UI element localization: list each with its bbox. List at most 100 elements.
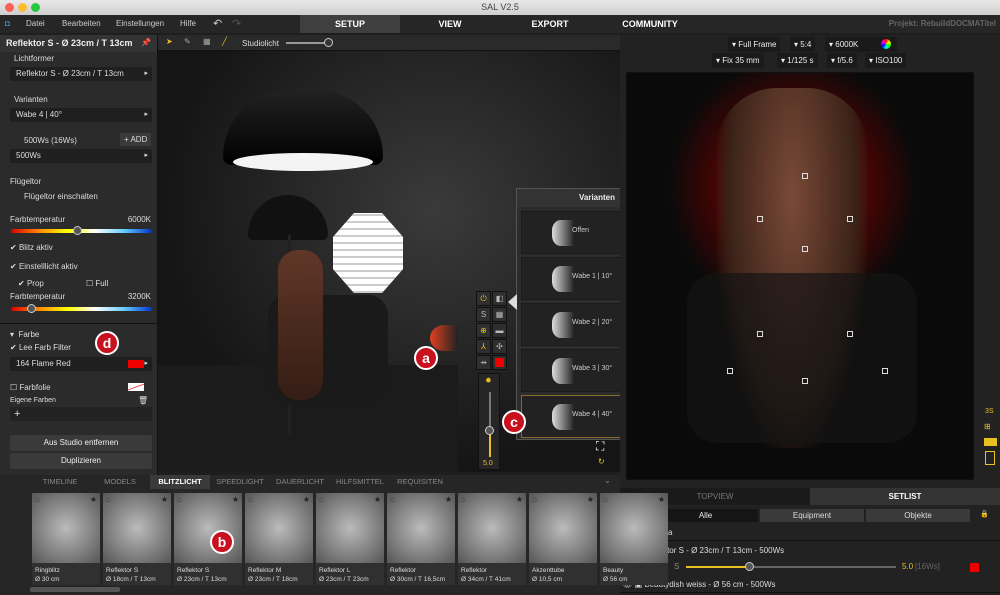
barndoor-icon[interactable]: ✣	[492, 339, 507, 354]
library-tab[interactable]: DAUERLICHT	[270, 475, 330, 489]
home-icon[interactable]: ⌂	[35, 495, 40, 504]
power-toggle-icon[interactable]: ⏻	[476, 291, 491, 306]
studiolicht-slider[interactable]	[286, 38, 333, 47]
home-icon[interactable]: ⌂	[106, 495, 111, 504]
add-button[interactable]: + ADD	[120, 133, 152, 146]
home-icon[interactable]: ⌂	[532, 495, 537, 504]
duplicate-button[interactable]: Duplizieren	[10, 453, 152, 469]
star-icon[interactable]: ★	[303, 495, 310, 504]
setlist-power-slider[interactable]	[686, 562, 896, 571]
farbfolie-swatch[interactable]	[128, 383, 144, 391]
menu-hilfe[interactable]: Hilfe	[180, 15, 196, 33]
tab-export[interactable]: EXPORT	[500, 15, 600, 33]
star-icon[interactable]: ★	[90, 495, 97, 504]
target-icon[interactable]: ⊕	[476, 323, 491, 338]
collapse-icon[interactable]: ⌄	[604, 476, 611, 485]
ratio-overlay-icon[interactable]	[984, 438, 997, 446]
sensor-select[interactable]: ▾ Full Frame	[728, 37, 781, 52]
filter-objekte[interactable]: Objekte	[866, 509, 970, 522]
filter-color-swatch[interactable]	[128, 360, 144, 368]
library-card[interactable]: ⌂ ★ Reflektor Ø 30cm / T 16,5cm	[387, 493, 455, 585]
library-card[interactable]: ⌂ ★ Ringblitz Ø 30 cm	[32, 493, 100, 585]
lock-all-icon[interactable]: 🔒	[980, 510, 989, 518]
star-icon[interactable]: ★	[658, 495, 665, 504]
setlist-item[interactable]: 👁 ▣ Kamera	[620, 525, 1000, 541]
select-tool-icon[interactable]: ➤	[166, 37, 173, 46]
filter-equipment[interactable]: Equipment	[760, 509, 864, 522]
reflector-light[interactable]	[248, 195, 328, 240]
setlist-item[interactable]: 👁 ▣ Beautydish weiss - Ø 56 cm - 500Ws	[620, 577, 1000, 593]
close-button[interactable]	[5, 3, 14, 12]
fluegeltor-checkbox[interactable]: Flügeltor einschalten	[24, 192, 98, 201]
full-radio[interactable]: ☐ Full	[86, 279, 108, 288]
power-slider[interactable]	[485, 392, 494, 457]
add-color-button[interactable]: +	[10, 407, 152, 421]
varianten-select[interactable]: Wabe 4 | 40°	[10, 108, 152, 122]
library-card[interactable]: ⌂ ★ Akzenttube Ø 10,5 cm	[529, 493, 597, 585]
grid-icon[interactable]: ▦	[203, 37, 211, 46]
flash-icon[interactable]: ▬	[492, 323, 507, 338]
star-icon[interactable]: ★	[161, 495, 168, 504]
iso-select[interactable]: ▾ ISO100	[865, 53, 907, 68]
camera-preview[interactable]	[626, 72, 974, 480]
undo-icon[interactable]: ↶	[213, 15, 222, 33]
filter-alle[interactable]: Alle	[653, 509, 758, 522]
umbrella-light[interactable]	[223, 90, 383, 171]
grid-overlay-icon[interactable]: ⊞	[984, 422, 991, 431]
power-select[interactable]: 500Ws	[10, 149, 152, 163]
menu-bearbeiten[interactable]: Bearbeiten	[62, 15, 101, 33]
focus-icon[interactable]: ⛶	[596, 439, 604, 454]
blitz-aktiv-checkbox[interactable]: ✔ Blitz aktiv	[10, 243, 53, 252]
selected-flash-head[interactable]	[430, 325, 458, 351]
library-card[interactable]: ⌂ ★ Reflektor M Ø 23cm / T 18cm	[245, 493, 313, 585]
softbox[interactable]	[333, 213, 403, 293]
brush-tool-icon[interactable]: ✎	[184, 37, 191, 46]
tab-setup[interactable]: SETUP	[300, 15, 400, 33]
library-tab[interactable]: TIMELINE	[30, 475, 90, 489]
move-icon[interactable]: ⇸	[476, 355, 491, 370]
library-card[interactable]: ⌂ ★ Reflektor S Ø 18cm / T 13cm	[103, 493, 171, 585]
minimize-button[interactable]	[18, 3, 27, 12]
lightshaper-icon[interactable]: ◧	[492, 291, 507, 306]
home-icon[interactable]: ⌂	[248, 495, 253, 504]
library-scrollbar[interactable]	[30, 587, 120, 592]
star-icon[interactable]: ★	[232, 495, 239, 504]
shutter-select[interactable]: ▾ 1/125 s	[777, 53, 818, 68]
pin-icon[interactable]: 📌	[141, 38, 151, 47]
einstelllicht-checkbox[interactable]: ✔ Einstelllicht aktiv	[10, 262, 78, 271]
tab-view[interactable]: VIEW	[400, 15, 500, 33]
library-tab[interactable]: MODELS	[90, 475, 150, 489]
menu-einstellungen[interactable]: Einstellungen	[116, 15, 164, 33]
home-icon[interactable]: ⌂	[390, 495, 395, 504]
library-card[interactable]: ⌂ ★ Reflektor L Ø 23cm / T 23cm	[316, 493, 384, 585]
star-icon[interactable]: ★	[587, 495, 594, 504]
honeycomb-icon[interactable]: ▦	[492, 307, 507, 322]
redo-icon[interactable]: ↷	[232, 15, 241, 33]
home-icon[interactable]: ⌂	[603, 495, 608, 504]
kelvin-select[interactable]: ▾ 6000K	[825, 37, 877, 52]
tab-community[interactable]: COMMUNITY	[600, 15, 700, 33]
aperture-select[interactable]: ▾ f/5.6	[827, 53, 857, 68]
filter-color-button[interactable]	[492, 355, 507, 370]
slider-knob[interactable]	[485, 426, 494, 435]
lichtformer-select[interactable]: Reflektor S - Ø 23cm / T 13cm	[10, 67, 152, 81]
home-icon[interactable]: ⌂	[461, 495, 466, 504]
zoom-button[interactable]	[31, 3, 40, 12]
measure-icon[interactable]: ╱	[222, 37, 227, 46]
slider-knob[interactable]	[745, 562, 754, 571]
farbe-section[interactable]: ▾ Farbe	[10, 330, 39, 339]
model-figure[interactable]	[278, 250, 323, 400]
color-indicator[interactable]	[970, 563, 979, 572]
lens-select[interactable]: ▾ Fix 35 mm	[712, 53, 764, 68]
star-icon[interactable]: ★	[445, 495, 452, 504]
rotate-icon[interactable]: ↻	[598, 457, 605, 466]
lee-filter-checkbox[interactable]: ✔ Lee Farb Filter	[10, 343, 71, 352]
star-icon[interactable]: ★	[516, 495, 523, 504]
tool-s[interactable]: S	[476, 307, 491, 322]
slider-knob[interactable]	[323, 38, 333, 47]
tab-setlist[interactable]: SETLIST	[810, 488, 1000, 505]
farbfolie-checkbox[interactable]: ☐ Farbfolie	[10, 383, 51, 392]
farbtemp-slider[interactable]	[11, 226, 152, 235]
prop-radio[interactable]: ✔ Prop	[18, 279, 44, 288]
side-tool-3s[interactable]: 3S	[985, 408, 994, 415]
